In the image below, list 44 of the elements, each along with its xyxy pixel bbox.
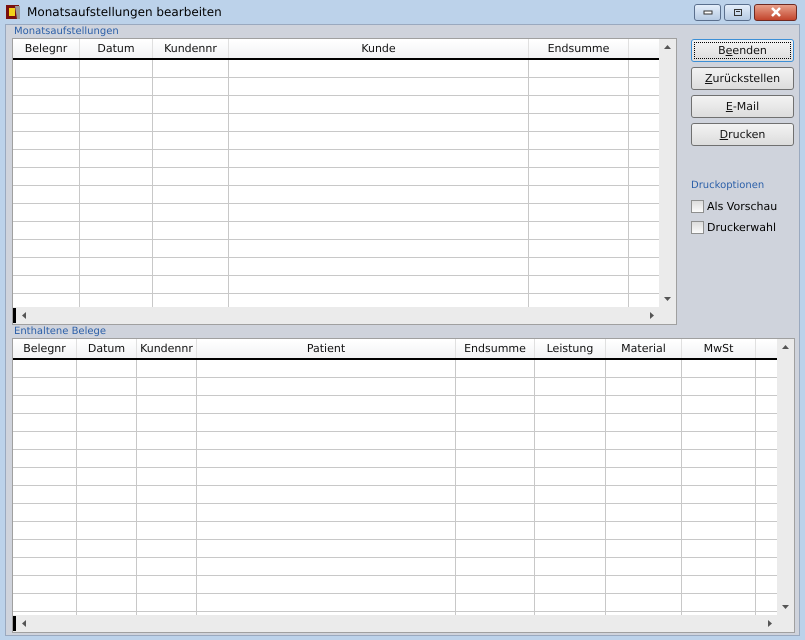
section-label: Enthaltene Belege (13, 325, 108, 338)
minimize-button[interactable] (694, 4, 721, 20)
scroll-left-icon[interactable] (22, 312, 26, 319)
section-label: Monatsaufstellungen (13, 25, 120, 38)
column-header[interactable]: Leistung (535, 339, 606, 358)
maximize-icon (732, 8, 742, 16)
close-icon (770, 7, 782, 17)
window-title: Monatsaufstellungen bearbeiten (27, 5, 222, 19)
column-header[interactable]: Material (606, 339, 682, 358)
app-icon (5, 4, 21, 20)
print-options-label: Druckoptionen (691, 179, 766, 192)
checkbox[interactable] (691, 221, 704, 234)
action-button[interactable]: E-Mail (691, 95, 794, 118)
scroll-up-icon[interactable] (664, 45, 671, 49)
checkbox-label[interactable]: Druckerwahl (707, 221, 776, 234)
column-header[interactable]: Kunde (229, 39, 529, 58)
column-header[interactable]: Belegnr (13, 339, 77, 358)
column-header[interactable]: Endsumme (529, 39, 629, 58)
scroll-up-icon[interactable] (782, 345, 789, 349)
vertical-scrollbar[interactable] (777, 339, 794, 615)
horizontal-scrollbar[interactable] (13, 615, 794, 632)
column-header[interactable]: Patient (197, 339, 456, 358)
scroll-down-icon[interactable] (664, 297, 671, 301)
scroll-left-icon[interactable] (22, 620, 26, 627)
column-header[interactable]: Kundennr (137, 339, 197, 358)
column-header[interactable]: Datum (80, 39, 153, 58)
column-header[interactable]: MwSt (682, 339, 756, 358)
action-button[interactable]: Drucken (691, 123, 794, 146)
action-button[interactable]: Zurückstellen (691, 67, 794, 90)
checkbox-label[interactable]: Als Vorschau (707, 200, 778, 213)
horizontal-scrollbar[interactable] (13, 307, 676, 324)
close-button[interactable] (754, 4, 797, 20)
maximize-button[interactable] (724, 4, 751, 20)
minimize-icon (702, 9, 712, 15)
vertical-scrollbar[interactable] (659, 39, 676, 307)
checkbox[interactable] (691, 200, 704, 213)
column-header[interactable]: Endsumme (456, 339, 535, 358)
scroll-right-icon[interactable] (650, 312, 654, 319)
column-header[interactable]: Belegnr (13, 39, 80, 58)
action-button[interactable]: Beenden (691, 39, 794, 62)
column-header[interactable]: Kundennr (153, 39, 229, 58)
scroll-down-icon[interactable] (782, 605, 789, 609)
column-header[interactable]: Datum (77, 339, 137, 358)
scroll-right-icon[interactable] (768, 620, 772, 627)
